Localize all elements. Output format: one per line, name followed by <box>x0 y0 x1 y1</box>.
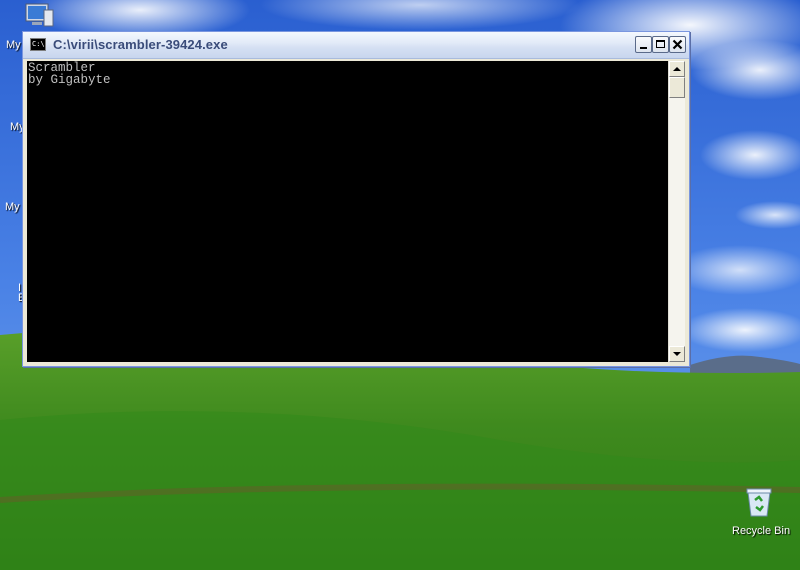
vertical-scrollbar[interactable] <box>668 61 685 362</box>
close-button[interactable] <box>669 36 686 53</box>
close-icon <box>672 39 683 50</box>
scroll-up-button[interactable] <box>669 61 685 77</box>
my-computer-label: My <box>6 39 21 51</box>
window-title: C:\virii\scrambler-39424.exe <box>53 37 228 52</box>
recycle-bin-label: Recycle Bin <box>732 525 791 537</box>
console-window[interactable]: C:\ C:\virii\scrambler-39424.exe Scrambl… <box>22 31 690 367</box>
console-app-icon[interactable]: C:\ <box>30 38 46 51</box>
arrow-down-icon <box>673 352 681 356</box>
scroll-down-button[interactable] <box>669 346 685 362</box>
minimize-icon <box>640 47 647 49</box>
console-text: Scrambler by Gigabyte <box>28 61 111 87</box>
recycle-bin-icon[interactable] <box>744 486 774 518</box>
my-network-label: My <box>5 201 20 213</box>
scroll-thumb[interactable] <box>669 77 685 98</box>
title-bar[interactable]: C:\ C:\virii\scrambler-39424.exe <box>23 32 689 59</box>
my-computer-icon[interactable] <box>24 2 56 30</box>
console-output-area[interactable]: Scrambler by Gigabyte <box>27 61 668 362</box>
maximize-button[interactable] <box>652 36 669 53</box>
arrow-up-icon <box>673 67 681 71</box>
maximize-icon <box>656 40 665 48</box>
minimize-button[interactable] <box>635 36 652 53</box>
